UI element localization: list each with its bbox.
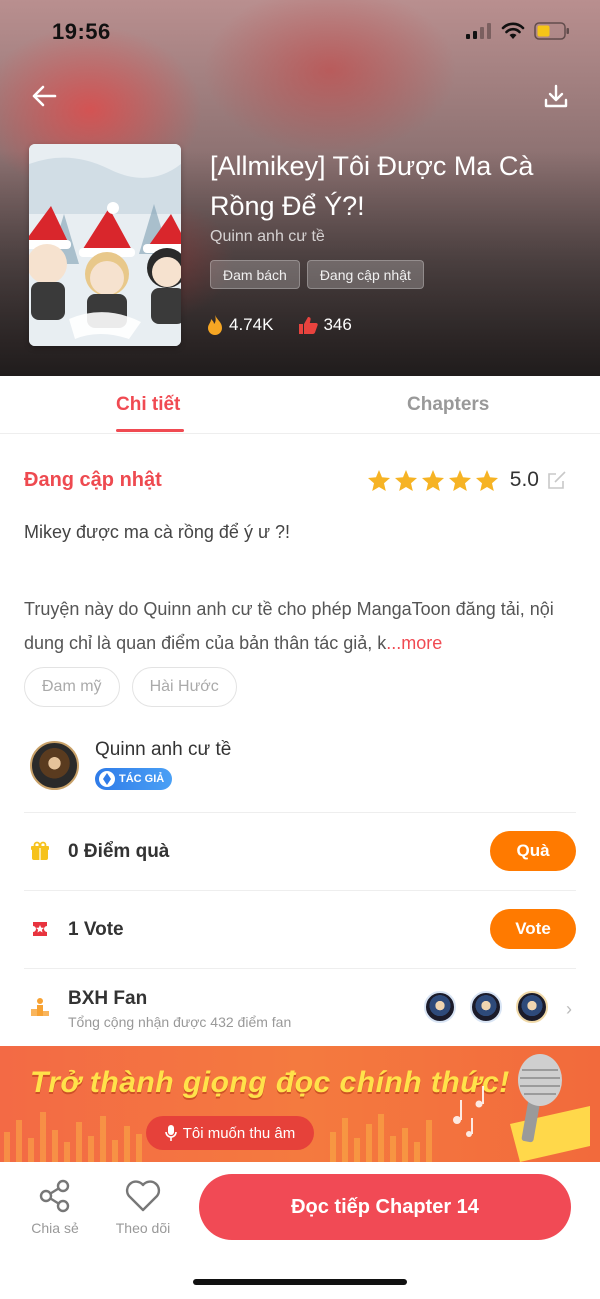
rating: 5.0 (367, 468, 568, 492)
gift-points: 0 Điểm quà (68, 841, 170, 862)
description-body: Truyện này do Quinn anh cư tề cho phép M… (24, 592, 564, 660)
vote-count: 1 Vote (68, 919, 124, 940)
avatar (516, 991, 548, 1023)
ticket-icon (33, 922, 47, 936)
likes-stat: 346 (297, 315, 352, 335)
description-text: Truyện này do Quinn anh cư tề cho phép M… (24, 599, 554, 653)
comic-author[interactable]: Quinn anh cư tề (210, 228, 325, 246)
share-label: Chia sẻ (31, 1220, 79, 1236)
cover-image[interactable] (29, 144, 181, 346)
tag-list: Đam bách Đang cập nhật (210, 260, 424, 289)
record-button-label: Tôi muốn thu âm (182, 1124, 296, 1142)
star-icon (475, 469, 498, 491)
wifi-icon (501, 22, 525, 39)
avatar (424, 991, 456, 1023)
signal-icon (466, 23, 491, 39)
star-icon (421, 469, 444, 491)
views-stat: 4.74K (205, 314, 273, 336)
author-card[interactable]: Quinn anh cư tề TÁC GIẢ (30, 739, 570, 795)
cover-illustration (29, 144, 181, 346)
genre-list: Đam mỹ Hài Hước (24, 667, 237, 707)
record-button[interactable]: Tôi muốn thu âm (146, 1116, 314, 1150)
rating-value: 5.0 (509, 468, 539, 491)
share-icon (39, 1179, 70, 1213)
star-icon (367, 469, 390, 491)
avatar[interactable] (30, 741, 79, 790)
more-link[interactable]: ...more (386, 633, 442, 653)
arrow-left-icon (32, 85, 57, 107)
chevron-right-icon: › (566, 999, 572, 1019)
author-badge-label: TÁC GIẢ (119, 773, 165, 785)
genre-chip[interactable]: Hài Hước (131, 667, 237, 707)
gift-button[interactable]: Quà (490, 831, 576, 871)
gift-row: 0 Điểm quà Quà (24, 812, 576, 890)
gift-icon (31, 841, 49, 860)
fan-rank-row[interactable]: BXH Fan Tổng cộng nhận được 432 điểm fan… (24, 968, 576, 1046)
star-icon (394, 469, 417, 491)
description-summary: Mikey được ma cà rồng để ý ư ?! (24, 522, 291, 542)
tab-bar: Chi tiết Chapters (0, 376, 600, 434)
continue-reading-button[interactable]: Đọc tiếp Chapter 14 (199, 1174, 571, 1240)
comic-title: [Allmikey] Tôi Được Ma Cà Rồng Để Ý?! (210, 151, 534, 221)
vote-row: 1 Vote Vote (24, 890, 576, 968)
fan-avatars (424, 991, 548, 1023)
vote-button[interactable]: Vote (490, 909, 576, 949)
battery-icon (534, 22, 569, 40)
tab-detail[interactable]: Chi tiết (116, 394, 180, 416)
back-button[interactable] (28, 80, 60, 112)
share-button[interactable]: Chia sẻ (20, 1178, 90, 1236)
pen-icon (99, 771, 115, 787)
thumbs-up-icon (299, 317, 319, 334)
author-badge: TÁC GIẢ (95, 768, 173, 790)
tab-chapters[interactable]: Chapters (407, 394, 489, 416)
likes-count: 346 (323, 315, 352, 334)
podium-icon (31, 998, 49, 1016)
update-status: Đang cập nhật (24, 469, 162, 491)
follow-label: Theo dõi (115, 1220, 171, 1236)
fire-icon (208, 315, 222, 335)
genre-chip[interactable]: Đam mỹ (24, 667, 120, 707)
follow-button[interactable]: Theo dõi (108, 1178, 178, 1236)
banner-headline: Trở thành giọng đọc chính thức! (30, 1066, 510, 1099)
tag-item[interactable]: Đang cập nhật (306, 260, 424, 289)
microphone-icon (164, 1125, 177, 1141)
bottom-bar: Chia sẻ Theo dõi Đọc tiếp Chapter 14 (0, 1162, 600, 1299)
fan-rank-subtitle: Tổng cộng nhận được 432 điểm fan (68, 1014, 292, 1030)
status-icons (466, 22, 570, 40)
author-name: Quinn anh cư tề (95, 739, 232, 760)
avatar (470, 991, 502, 1023)
music-notes-icon (453, 1086, 484, 1137)
heart-icon (125, 1180, 161, 1212)
fan-rank-title: BXH Fan (68, 988, 148, 1009)
download-button[interactable] (540, 80, 572, 112)
home-indicator (193, 1279, 407, 1285)
tag-item[interactable]: Đam bách (210, 260, 300, 289)
stats: 4.74K 346 (205, 314, 352, 336)
star-icon (448, 469, 471, 491)
download-icon (544, 84, 568, 108)
edit-icon[interactable] (546, 469, 568, 491)
header-hero: 19:56 [Allmikey] Tôi Được Ma Cà Rồng Để … (0, 0, 600, 376)
status-time: 19:56 (52, 19, 111, 44)
tab-active-indicator (116, 429, 184, 432)
views-count: 4.74K (229, 315, 274, 334)
